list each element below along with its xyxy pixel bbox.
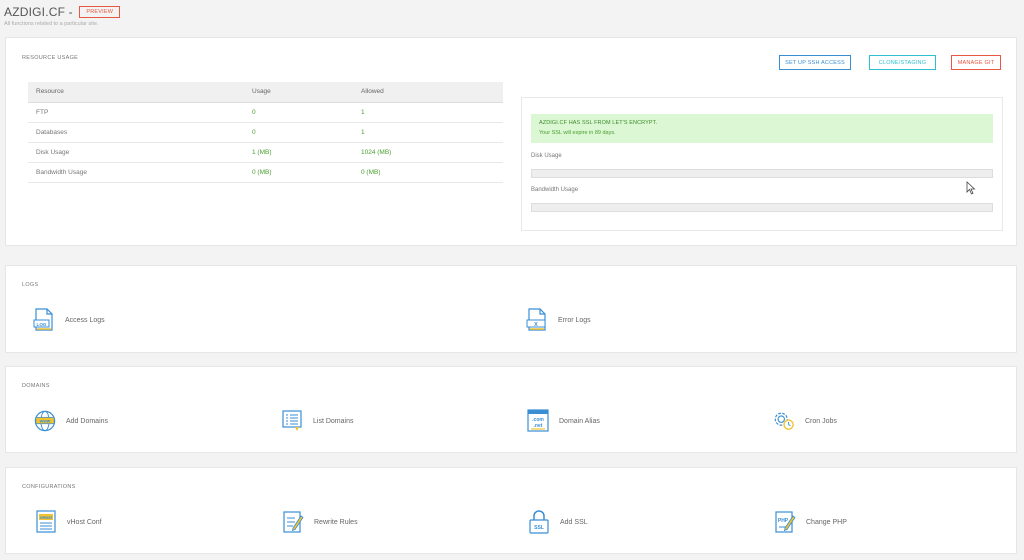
- ssl-expiry: Your SSL will expire in 89 days.: [539, 130, 616, 136]
- resource-usage-table: Resource Usage Allowed FTP 0 1 Databases…: [28, 82, 503, 183]
- resource-usage-title: RESOURCE USAGE: [22, 55, 79, 61]
- usage-value: 0: [244, 122, 353, 143]
- resource-name: Bandwidth Usage: [28, 162, 244, 183]
- usage-value: 0: [244, 102, 353, 123]
- svg-text:X: X: [534, 322, 538, 328]
- allowed-value: 1024 (MB): [353, 142, 503, 163]
- mouse-cursor-icon: [966, 181, 976, 197]
- domains-card: DOMAINS www Add Domains List Domains .co…: [5, 366, 1017, 453]
- allowed-value: 0 (MB): [353, 162, 503, 183]
- manage-git-button[interactable]: MANAGE GIT: [951, 55, 1001, 70]
- setup-ssh-access-button[interactable]: SET UP SSH ACCESS: [779, 55, 851, 70]
- resource-name: Disk Usage: [28, 142, 244, 163]
- access-logs-label: Access Logs: [65, 316, 105, 324]
- table-row: Databases 0 1: [28, 122, 503, 143]
- cron-gear-icon: [774, 412, 794, 430]
- page-header: AZDIGI.CF - PREVIEW All functions relate…: [4, 3, 121, 27]
- rewrite-rules-label: Rewrite Rules: [314, 518, 358, 526]
- configurations-card: CONFIGURATIONS vHost vHost Conf Rewrite …: [5, 467, 1017, 554]
- svg-text:SSL: SSL: [534, 525, 544, 531]
- disk-usage-bar: [531, 169, 993, 178]
- error-log-icon: X: [526, 308, 546, 331]
- vhost-conf-label: vHost Conf: [67, 518, 102, 526]
- ssl-lock-icon: SSL: [529, 510, 549, 534]
- vhost-icon: vHost: [36, 510, 56, 533]
- column-header-usage: Usage: [244, 82, 353, 103]
- resource-name: FTP: [28, 102, 244, 123]
- add-ssl-label: Add SSL: [560, 518, 588, 526]
- php-icon: PHP: [775, 511, 796, 533]
- usage-value: 1 (MB): [244, 142, 353, 163]
- domains-title: DOMAINS: [22, 383, 50, 389]
- error-logs-label: Error Logs: [558, 316, 591, 324]
- vhost-conf-link[interactable]: vHost vHost Conf: [35, 510, 102, 534]
- page-subtitle: All functions related to a particular si…: [4, 21, 99, 27]
- allowed-value: 1: [353, 122, 503, 143]
- add-ssl-link[interactable]: SSL Add SSL: [528, 510, 588, 534]
- column-header-allowed: Allowed: [353, 82, 503, 103]
- svg-text:PHP: PHP: [778, 518, 789, 524]
- table-header-row: Resource Usage Allowed: [28, 82, 503, 103]
- list-domains-label: List Domains: [313, 417, 354, 425]
- svg-text:vHost: vHost: [40, 515, 53, 520]
- svg-text:.net: .net: [534, 423, 543, 429]
- svg-text:www: www: [39, 418, 51, 423]
- configurations-title: CONFIGURATIONS: [22, 484, 76, 490]
- rewrite-rules-link[interactable]: Rewrite Rules: [282, 510, 358, 534]
- table-row: Bandwidth Usage 0 (MB) 0 (MB): [28, 162, 503, 183]
- rewrite-rules-icon: [283, 511, 304, 533]
- change-php-label: Change PHP: [806, 518, 847, 526]
- list-domains-link[interactable]: List Domains: [281, 409, 353, 433]
- domain-alias-link[interactable]: .com .net Domain Alias: [527, 409, 600, 433]
- add-domains-link[interactable]: www Add Domains: [34, 409, 108, 433]
- table-row: Disk Usage 1 (MB) 1024 (MB): [28, 142, 503, 163]
- access-logs-link[interactable]: LOG Access Logs: [33, 308, 105, 332]
- ssl-notice: AZDIGI.CF HAS SSL FROM LET'S ENCRYPT.: [539, 120, 658, 126]
- access-log-icon: LOG: [33, 308, 53, 331]
- clone-staging-button[interactable]: CLONE/STAGING: [869, 55, 936, 70]
- table-row: FTP 0 1: [28, 102, 503, 123]
- ssl-status-panel: AZDIGI.CF HAS SSL FROM LET'S ENCRYPT. Yo…: [521, 97, 1003, 231]
- cron-jobs-link[interactable]: Cron Jobs: [773, 409, 837, 433]
- allowed-value: 1: [353, 102, 503, 123]
- globe-www-icon: www: [34, 410, 56, 432]
- cron-jobs-label: Cron Jobs: [805, 417, 837, 425]
- domain-alias-label: Domain Alias: [559, 417, 600, 425]
- page-title: AZDIGI.CF -: [4, 4, 73, 19]
- usage-value: 0 (MB): [244, 162, 353, 183]
- error-logs-link[interactable]: X Error Logs: [526, 308, 591, 332]
- preview-button[interactable]: PREVIEW: [79, 5, 121, 18]
- svg-text:LOG: LOG: [37, 322, 47, 327]
- resource-usage-card: RESOURCE USAGE SET UP SSH ACCESS CLONE/S…: [5, 37, 1017, 246]
- list-domains-icon: [282, 410, 302, 431]
- domain-alias-icon: .com .net: [527, 409, 549, 432]
- ssl-alert: AZDIGI.CF HAS SSL FROM LET'S ENCRYPT. Yo…: [531, 114, 993, 143]
- change-php-link[interactable]: PHP Change PHP: [774, 510, 847, 534]
- bandwidth-usage-label: Bandwidth Usage: [531, 187, 579, 193]
- logs-card: LOGS LOG Access Logs X Error Logs: [5, 265, 1017, 353]
- add-domains-label: Add Domains: [66, 417, 109, 425]
- logs-title: LOGS: [22, 282, 39, 288]
- bandwidth-usage-bar: [531, 203, 993, 212]
- disk-usage-label: Disk Usage: [531, 153, 562, 159]
- resource-name: Databases: [28, 122, 244, 143]
- column-header-resource: Resource: [28, 82, 244, 103]
